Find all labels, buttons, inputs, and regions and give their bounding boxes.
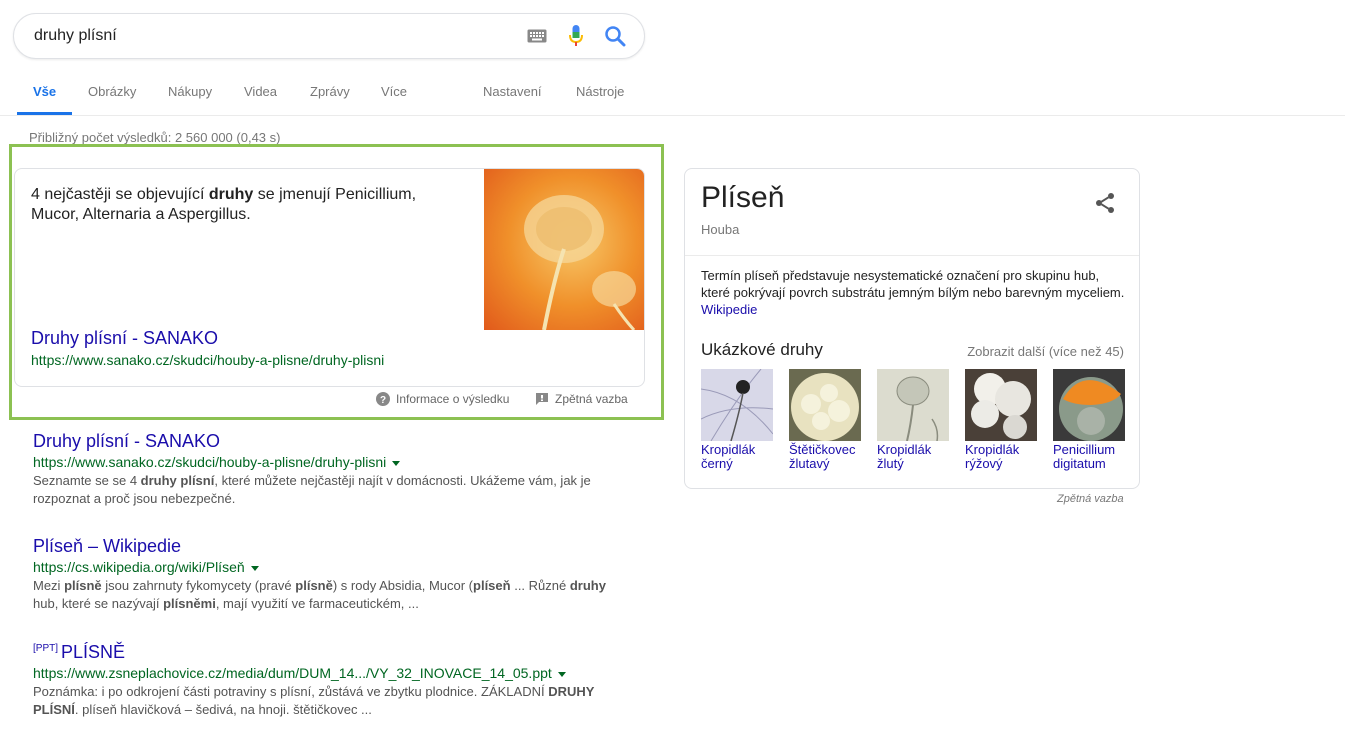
kp-example-item[interactable]: Kropidlák černý	[701, 369, 773, 471]
kp-example-item[interactable]: Penicillium digitatum	[1053, 369, 1125, 471]
result-url[interactable]: https://cs.wikipedia.org/wiki/Plíseň	[33, 557, 623, 577]
description-text: ) s rody Absidia, Mucor (	[332, 578, 474, 593]
snippet-text: 4 nejčastěji se objevující druhy se jmen…	[31, 185, 461, 225]
result-title-link[interactable]: Plíseň – Wikipedie	[33, 535, 623, 557]
search-result: Druhy plísní - SANAKO https://www.sanako…	[33, 430, 623, 508]
dropdown-arrow-icon[interactable]	[392, 460, 401, 466]
knowledge-panel: Plíseň Houba Termín plíseň představuje n…	[684, 168, 1140, 489]
highlighted-term: plísně	[64, 578, 102, 593]
divider	[685, 255, 1139, 256]
search-result: [PPT] PLÍSNĚ https://www.zsneplachovice.c…	[33, 638, 623, 719]
tab-all[interactable]: Vše	[33, 70, 56, 116]
result-description: Seznamte se se 4 druhy plísní, které můž…	[33, 472, 613, 508]
result-description: Mezi plísně jsou zahrnuty fykomycety (pr…	[33, 577, 613, 613]
svg-text:?: ?	[380, 395, 386, 406]
kp-example-image	[789, 369, 861, 441]
kp-example-label: Penicillium digitatum	[1053, 442, 1116, 471]
kp-feedback-link[interactable]: Zpětná vazba	[1057, 493, 1124, 505]
kp-example-label: Kropidlák černý	[701, 442, 756, 471]
kp-examples-title: Ukázkové druhy	[701, 340, 823, 359]
keyboard-icon[interactable]	[525, 24, 549, 48]
featured-snippet: 4 nejčastěji se objevující druhy se jmen…	[14, 168, 645, 387]
kp-subtitle: Houba	[701, 222, 740, 237]
search-box[interactable]: druhy plísní	[13, 13, 645, 59]
kp-example-label: Štětičkovec žlutavý	[789, 442, 856, 471]
result-info-button[interactable]: ? Informace o výsledku	[376, 390, 509, 408]
result-info-label: Informace o výsledku	[396, 392, 510, 406]
description-text: Seznamte se se 4	[33, 473, 141, 488]
highlighted-term: druhy plísní	[140, 473, 215, 488]
kp-example-item[interactable]: Štětičkovec žlutavý	[789, 369, 861, 471]
result-url-text: https://www.sanako.cz/skudci/houby-a-pli…	[33, 454, 387, 470]
snippet-url[interactable]: https://www.sanako.cz/skudci/houby-a-pli…	[31, 352, 384, 368]
kp-example-image	[965, 369, 1037, 441]
kp-description-text: Termín plíseň představuje nesystematické…	[701, 268, 1125, 300]
dropdown-arrow-icon[interactable]	[250, 565, 259, 571]
snippet-feedback-label: Zpětná vazba	[555, 392, 628, 406]
kp-description: Termín plíseň představuje nesystematické…	[701, 267, 1131, 318]
description-text: . plíseň hlavičková – šedivá, na hnoji. …	[74, 702, 372, 717]
kp-source-link[interactable]: Wikipedie	[701, 302, 757, 317]
kp-example-label: Kropidlák žlutý	[877, 442, 932, 471]
description-text: hub, které se nazývají	[33, 596, 164, 611]
description-text: , mají využití ve farmaceutickém, ...	[215, 596, 419, 611]
tab-videos[interactable]: Videa	[244, 70, 277, 116]
tab-tools[interactable]: Nástroje	[576, 70, 624, 116]
tab-shopping[interactable]: Nákupy	[168, 70, 212, 116]
result-url-text: https://cs.wikipedia.org/wiki/Plíseň	[33, 559, 245, 575]
microphone-icon[interactable]	[564, 24, 588, 48]
file-type-tag: [PPT]	[33, 643, 59, 654]
search-result: Plíseň – Wikipedie https://cs.wikipedia.…	[33, 535, 623, 613]
snippet-feedback-button[interactable]: Zpětná vazba	[535, 390, 628, 408]
highlighted-term: plíseň	[473, 578, 511, 593]
kp-example-item[interactable]: Kropidlák rýžový	[965, 369, 1037, 471]
snippet-text-part: 4 nejčastěji se objevující	[31, 186, 209, 203]
kp-example-item[interactable]: Kropidlák žlutý	[877, 369, 949, 471]
kp-examples-list: Kropidlák černý Štětičkovec žlutavý Krop…	[701, 369, 1131, 479]
search-input[interactable]: druhy plísní	[34, 14, 117, 58]
snippet-text-bold: druhy	[208, 186, 254, 203]
snippet-title-link[interactable]: Druhy plísní - SANAKO	[31, 328, 218, 349]
tab-images[interactable]: Obrázky	[88, 70, 136, 116]
share-icon[interactable]	[1093, 191, 1117, 215]
kp-example-image	[1053, 369, 1125, 441]
search-icon[interactable]	[603, 24, 627, 48]
description-text: Poznámka: i po odkrojení části potraviny…	[33, 684, 549, 699]
highlighted-term: druhy	[569, 578, 606, 593]
highlighted-term: plísněmi	[163, 596, 216, 611]
feedback-icon	[536, 393, 548, 405]
result-title-link[interactable]: Druhy plísní - SANAKO	[33, 430, 623, 452]
tab-settings[interactable]: Nastavení	[483, 70, 542, 116]
result-description: Poznámka: i po odkrojení části potraviny…	[33, 683, 613, 719]
active-tab-indicator	[17, 112, 72, 115]
tab-more[interactable]: Více	[381, 70, 407, 116]
highlighted-term: plísně	[295, 578, 333, 593]
kp-title: Plíseň	[701, 181, 785, 214]
description-text: ... Různé	[510, 578, 570, 593]
result-title-link[interactable]: [PPT] PLÍSNĚ	[33, 638, 623, 663]
snippet-mold-image[interactable]	[484, 169, 645, 330]
result-stats: Přibližný počet výsledků: 2 560 000 (0,4…	[29, 130, 281, 145]
description-text: Mezi	[33, 578, 65, 593]
dropdown-arrow-icon[interactable]	[557, 671, 566, 677]
kp-example-label: Kropidlák rýžový	[965, 442, 1020, 471]
help-icon: ?	[376, 392, 390, 406]
result-url[interactable]: https://www.zsneplachovice.cz/media/dum/…	[33, 663, 623, 683]
kp-example-image	[701, 369, 773, 441]
kp-show-more-link[interactable]: Zobrazit další (více než 45)	[967, 344, 1124, 359]
result-url[interactable]: https://www.sanako.cz/skudci/houby-a-pli…	[33, 452, 623, 472]
kp-example-image	[877, 369, 949, 441]
search-tabs: Vše Obrázky Nákupy Videa Zprávy Více Nas…	[0, 70, 1345, 116]
tab-news[interactable]: Zprávy	[310, 70, 350, 116]
description-text: jsou zahrnuty fykomycety (pravé	[101, 578, 296, 593]
result-title-text: PLÍSNĚ	[61, 642, 126, 662]
result-url-text: https://www.zsneplachovice.cz/media/dum/…	[33, 665, 552, 681]
